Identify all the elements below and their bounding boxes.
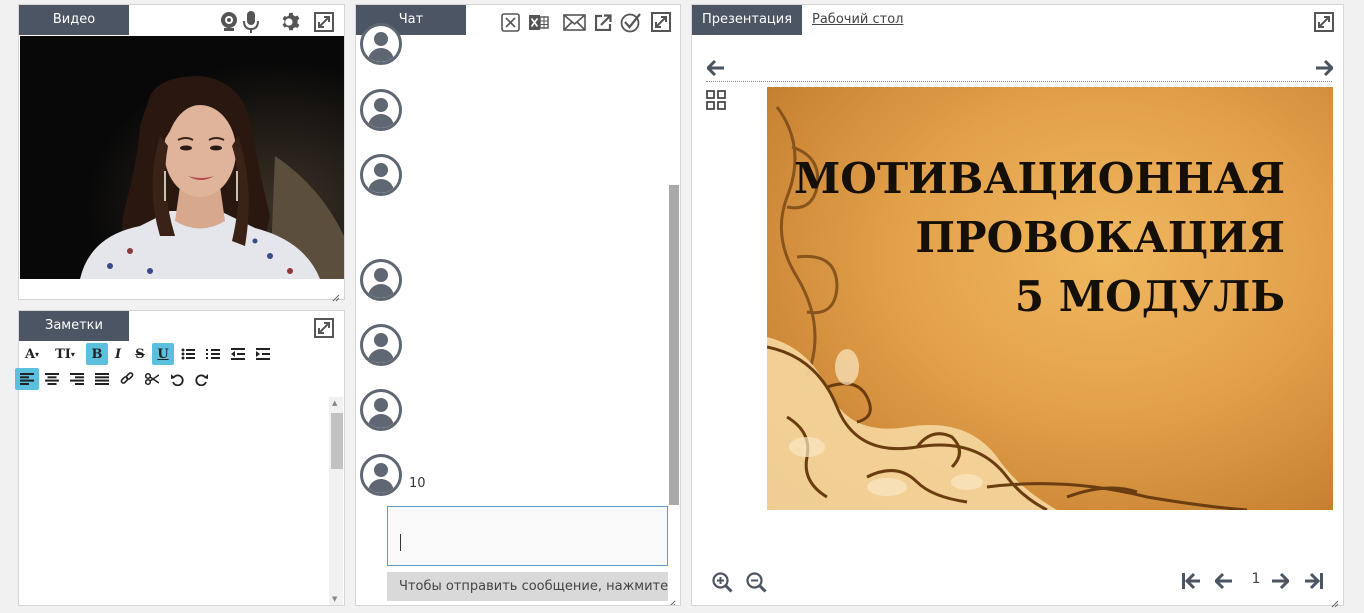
send-hint-button[interactable]: Чтобы отправить сообщение, нажмите Ent — [387, 572, 668, 601]
chat-message-text: 10 — [409, 476, 426, 491]
chat-scrollbar[interactable] — [669, 185, 679, 505]
italic-icon[interactable]: I — [107, 343, 129, 365]
settings-gear-icon[interactable] — [279, 10, 303, 34]
slide-title-line: ПРОВОКАЦИЯ — [915, 213, 1285, 262]
user-avatar-icon — [360, 454, 402, 496]
zoom-in-icon[interactable] — [711, 571, 733, 593]
next-page-icon[interactable] — [1270, 571, 1290, 591]
cut-icon[interactable] — [141, 368, 163, 390]
bullet-list-icon[interactable] — [177, 343, 199, 365]
user-avatar-icon — [360, 23, 402, 65]
slide-title: МОТИВАЦИОННАЯ ПРОВОКАЦИЯ 5 МОДУЛЬ — [794, 149, 1285, 326]
user-avatar-icon — [360, 89, 402, 131]
font-color-icon[interactable]: A ▾ — [19, 343, 45, 365]
last-slide-icon[interactable] — [1303, 571, 1325, 591]
email-icon[interactable] — [562, 12, 586, 32]
tab-desktop[interactable]: Рабочий стол — [812, 5, 903, 35]
resize-handle-icon[interactable] — [668, 593, 676, 605]
page-number: 1 — [1251, 571, 1261, 587]
microphone-icon[interactable] — [243, 10, 259, 34]
user-avatar-icon — [360, 389, 402, 431]
previous-page-icon[interactable] — [1214, 571, 1234, 591]
expand-icon[interactable] — [1313, 11, 1335, 33]
slide-title-line: 5 МОДУЛЬ — [1014, 272, 1285, 321]
video-panel: Видео — [18, 4, 345, 302]
zoom-out-icon[interactable] — [745, 571, 767, 593]
undo-icon[interactable] — [166, 368, 188, 390]
chat-panel: Чат 10 Чтобы отправить сообщение, нажмит… — [355, 4, 681, 606]
font-size-icon[interactable]: TI ▾ — [51, 343, 79, 365]
notes-editor[interactable] — [19, 397, 329, 605]
bold-icon[interactable]: B — [86, 343, 108, 365]
expand-icon[interactable] — [313, 11, 335, 33]
indent-icon[interactable] — [252, 343, 274, 365]
redo-icon[interactable] — [190, 368, 212, 390]
video-tab[interactable]: Видео — [19, 5, 129, 35]
thumbnails-grid-icon[interactable] — [706, 90, 726, 110]
user-avatar-icon — [360, 154, 402, 196]
notes-tab[interactable]: Заметки — [19, 311, 129, 341]
open-external-icon[interactable] — [593, 12, 613, 32]
user-avatar-icon — [360, 259, 402, 301]
slide-title-line: МОТИВАЦИОННАЯ — [793, 154, 1285, 203]
excel-export-icon[interactable] — [528, 12, 550, 32]
underline-icon[interactable]: U — [152, 343, 174, 365]
clear-chat-icon[interactable] — [500, 12, 520, 32]
text-cursor — [400, 534, 401, 551]
align-justify-icon[interactable] — [91, 368, 113, 390]
strikethrough-icon[interactable]: S — [129, 343, 151, 365]
align-center-icon[interactable] — [41, 368, 63, 390]
tab-presentation[interactable]: Презентация — [692, 5, 802, 35]
chat-message-input[interactable] — [387, 506, 668, 566]
scroll-up-icon[interactable]: ▲ — [332, 399, 337, 407]
numbered-list-icon[interactable] — [202, 343, 224, 365]
outdent-icon[interactable] — [227, 343, 249, 365]
presentation-panel: Презентация Рабочий стол МОТИВАЦИОННАЯ П… — [691, 4, 1344, 608]
checkbox-check-icon[interactable] — [619, 11, 641, 33]
notes-scroll-thumb[interactable] — [331, 413, 343, 469]
expand-icon[interactable] — [313, 317, 335, 339]
scroll-down-icon[interactable]: ▼ — [332, 595, 337, 603]
previous-slide-arrow-icon[interactable] — [706, 59, 726, 77]
expand-icon[interactable] — [650, 11, 672, 33]
first-slide-icon[interactable] — [1180, 571, 1202, 591]
webcam-icon[interactable] — [219, 11, 239, 33]
divider — [706, 81, 1332, 82]
align-right-icon[interactable] — [66, 368, 88, 390]
resize-handle-icon[interactable] — [1331, 593, 1339, 608]
presentation-slide: МОТИВАЦИОННАЯ ПРОВОКАЦИЯ 5 МОДУЛЬ — [767, 87, 1333, 510]
link-icon[interactable] — [116, 368, 138, 390]
notes-scrollbar[interactable]: ▲ ▼ — [329, 397, 343, 605]
resize-handle-icon[interactable] — [332, 287, 340, 302]
align-left-icon[interactable] — [15, 368, 39, 390]
user-avatar-icon — [360, 324, 402, 366]
next-slide-arrow-icon[interactable] — [1314, 59, 1334, 77]
notes-panel: Заметки A ▾ TI ▾ B I S U ▲ ▼ — [15, 310, 345, 606]
video-stream — [20, 36, 344, 279]
